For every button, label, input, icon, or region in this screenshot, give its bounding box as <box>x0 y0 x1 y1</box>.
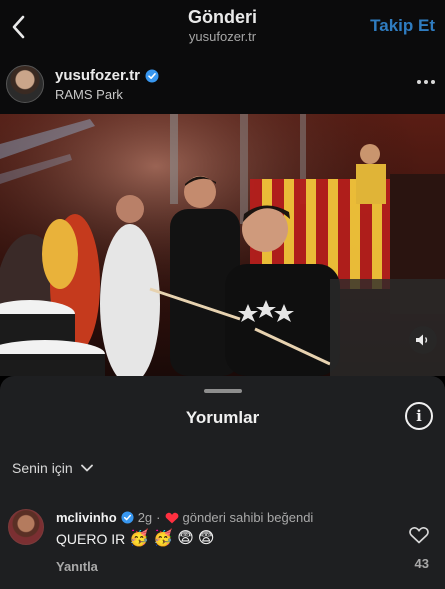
post-video[interactable] <box>0 114 445 376</box>
commenter-username[interactable]: mclivinho <box>56 510 117 525</box>
more-horizontal-icon <box>417 80 421 84</box>
top-nav-bar: Gönderi yusufozer.tr Takip Et <box>0 0 445 56</box>
info-button[interactable]: i <box>405 402 433 430</box>
author-avatar[interactable] <box>6 65 44 103</box>
author-username[interactable]: yusufozer.tr <box>55 67 140 84</box>
speaker-icon <box>416 334 428 346</box>
meta-separator: · <box>156 510 161 525</box>
like-comment-button[interactable] <box>407 524 431 546</box>
emoji-fearful-face: 😨 <box>197 530 215 547</box>
heart-outline-icon <box>409 527 429 544</box>
post-location[interactable]: RAMS Park <box>55 87 123 102</box>
comment-like-count: 43 <box>414 556 429 571</box>
follow-button[interactable]: Takip Et <box>370 16 435 36</box>
emoji-partying-face: 🥳 <box>129 530 150 547</box>
sheet-drag-handle[interactable] <box>204 389 242 393</box>
info-icon: i <box>416 407 422 425</box>
more-options-button[interactable] <box>415 74 437 90</box>
comment-item: mclivinho 2g · gönderi sahibi beğendi QU… <box>0 504 445 584</box>
comments-title: Yorumlar <box>185 408 260 427</box>
chevron-down-icon <box>80 464 93 472</box>
emoji-fearful-face: 😨 <box>177 530 194 547</box>
comment-time: 2g <box>137 510 153 525</box>
comment-filter-dropdown[interactable]: Senin için <box>12 460 93 476</box>
comment-body: QUERO IR <box>56 531 126 547</box>
emoji-partying-face: 🥳 <box>153 530 174 547</box>
post-comments-screen: Gönderi yusufozer.tr Takip Et yusufozer.… <box>0 0 445 589</box>
video-frame-illustration <box>0 114 445 376</box>
verified-badge-icon <box>145 69 159 82</box>
author-name-row[interactable]: yusufozer.tr <box>55 67 159 84</box>
reply-button[interactable]: Yanıtla <box>56 559 98 574</box>
verified-badge-icon <box>121 511 134 524</box>
comments-sheet: Yorumlar i Senin için mclivinho 2g · gön… <box>0 376 445 589</box>
post-header: yusufozer.tr RAMS Park <box>0 56 445 114</box>
liked-by-author-label: gönderi sahibi beğendi <box>182 510 314 525</box>
liked-heart-icon <box>165 512 178 523</box>
volume-button[interactable] <box>409 326 437 354</box>
comment-text: QUERO IR 🥳 🥳 😨 😨 <box>56 530 215 548</box>
filter-label: Senin için <box>12 460 73 476</box>
commenter-avatar[interactable] <box>8 509 44 545</box>
comment-meta-row: mclivinho 2g · gönderi sahibi beğendi <box>56 510 313 525</box>
